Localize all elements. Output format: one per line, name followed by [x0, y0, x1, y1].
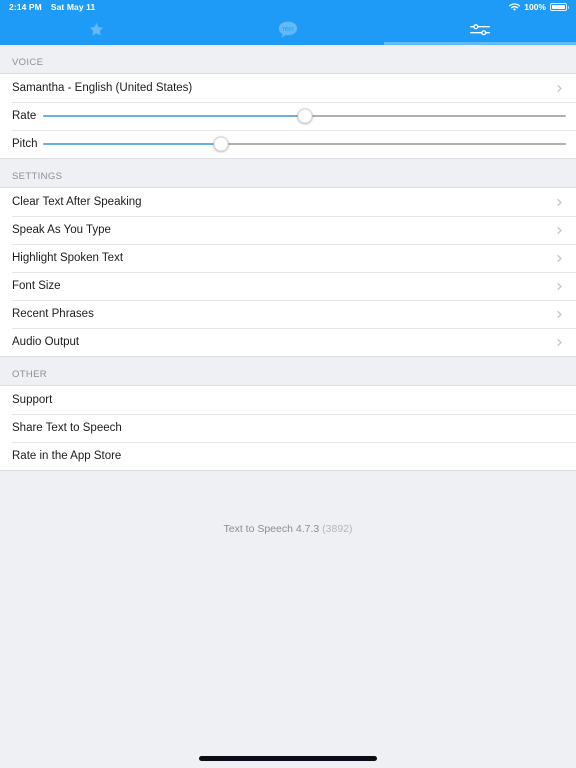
chevron-right-icon: [557, 338, 562, 346]
chevron-right-icon: [557, 282, 562, 290]
row-pitch-slider[interactable]: Pitch: [0, 130, 576, 158]
slider-label: Rate: [12, 110, 37, 122]
row-font-size[interactable]: Font Size: [0, 272, 576, 300]
app-version: Text to Speech 4.7.3: [223, 523, 320, 535]
row-rate-slider[interactable]: Rate: [0, 102, 576, 130]
row-rate-in-the-app-store[interactable]: Rate in the App Store: [0, 442, 576, 470]
slider-label: Pitch: [12, 138, 38, 150]
rate-slider-fill: [43, 115, 305, 117]
group-other: Support Share Text to Speech Rate in the…: [0, 385, 576, 471]
group-voice: Samantha - English (United States) Rate …: [0, 73, 576, 159]
row-recent-phrases[interactable]: Recent Phrases: [0, 300, 576, 328]
battery-full-icon: [550, 3, 569, 11]
sliders-icon: [470, 22, 490, 38]
row-label: Clear Text After Speaking: [12, 196, 142, 208]
section-title: SETTINGS: [12, 171, 63, 182]
row-support[interactable]: Support: [0, 386, 576, 414]
row-label: Share Text to Speech: [12, 422, 122, 434]
tab-bar: TEXT: [0, 14, 576, 45]
pitch-slider-thumb[interactable]: [213, 136, 229, 152]
status-bar-left: 2:14 PM Sat May 11: [9, 3, 95, 12]
chevron-right-icon: [557, 198, 562, 206]
row-share-text-to-speech[interactable]: Share Text to Speech: [0, 414, 576, 442]
status-bar-right: 100%: [509, 1, 569, 12]
rate-slider[interactable]: [43, 102, 566, 130]
status-date: Sat May 11: [50, 1, 96, 12]
row-label: Rate in the App Store: [12, 450, 122, 462]
row-label: Speak As You Type: [12, 224, 111, 236]
pitch-slider[interactable]: [43, 130, 566, 158]
app-build: (3892): [322, 523, 353, 535]
section-header-voice: VOICE: [0, 45, 576, 73]
row-label: Support: [12, 394, 53, 406]
version-footer: Text to Speech 4.7.3 (3892): [0, 523, 576, 535]
chevron-right-icon: [557, 226, 562, 234]
section-header-other: OTHER: [0, 357, 576, 385]
app-root: 2:14 PM Sat May 11 100% TEXT VOICE Saman…: [0, 0, 576, 768]
section-header-settings: SETTINGS: [0, 159, 576, 187]
chevron-right-icon: [557, 310, 562, 318]
rate-slider-thumb[interactable]: [297, 108, 312, 124]
tab-settings[interactable]: [384, 14, 576, 45]
home-indicator[interactable]: [199, 756, 377, 761]
section-title: VOICE: [12, 57, 44, 68]
section-title: OTHER: [12, 369, 47, 380]
wifi-icon: [509, 2, 521, 12]
tab-text[interactable]: TEXT: [192, 14, 384, 45]
settings-list[interactable]: VOICE Samantha - English (United States)…: [0, 45, 576, 768]
row-label: Recent Phrases: [12, 308, 94, 320]
star-icon: [88, 21, 105, 38]
row-label: Samantha - English (United States): [12, 82, 193, 94]
row-label: Font Size: [12, 280, 61, 292]
group-settings: Clear Text After Speaking Speak As You T…: [0, 187, 576, 357]
status-time: 2:14 PM: [9, 1, 42, 12]
row-highlight-spoken-text[interactable]: Highlight Spoken Text: [0, 244, 576, 272]
row-clear-text-after-speaking[interactable]: Clear Text After Speaking: [0, 188, 576, 216]
speech-bubble-text-icon: TEXT: [277, 20, 299, 40]
row-audio-output[interactable]: Audio Output: [0, 328, 576, 356]
row-label: Highlight Spoken Text: [12, 252, 124, 264]
row-speak-as-you-type[interactable]: Speak As You Type: [0, 216, 576, 244]
status-bar: 2:14 PM Sat May 11 100%: [0, 0, 576, 14]
battery-percent: 100%: [524, 1, 546, 12]
row-label: Audio Output: [12, 336, 80, 348]
tab-favorites[interactable]: [0, 14, 192, 45]
svg-text:TEXT: TEXT: [282, 26, 294, 31]
chevron-right-icon: [557, 254, 562, 262]
row-voice-selection[interactable]: Samantha - English (United States): [0, 74, 576, 102]
pitch-slider-fill: [43, 143, 221, 145]
chevron-right-icon: [557, 84, 562, 92]
